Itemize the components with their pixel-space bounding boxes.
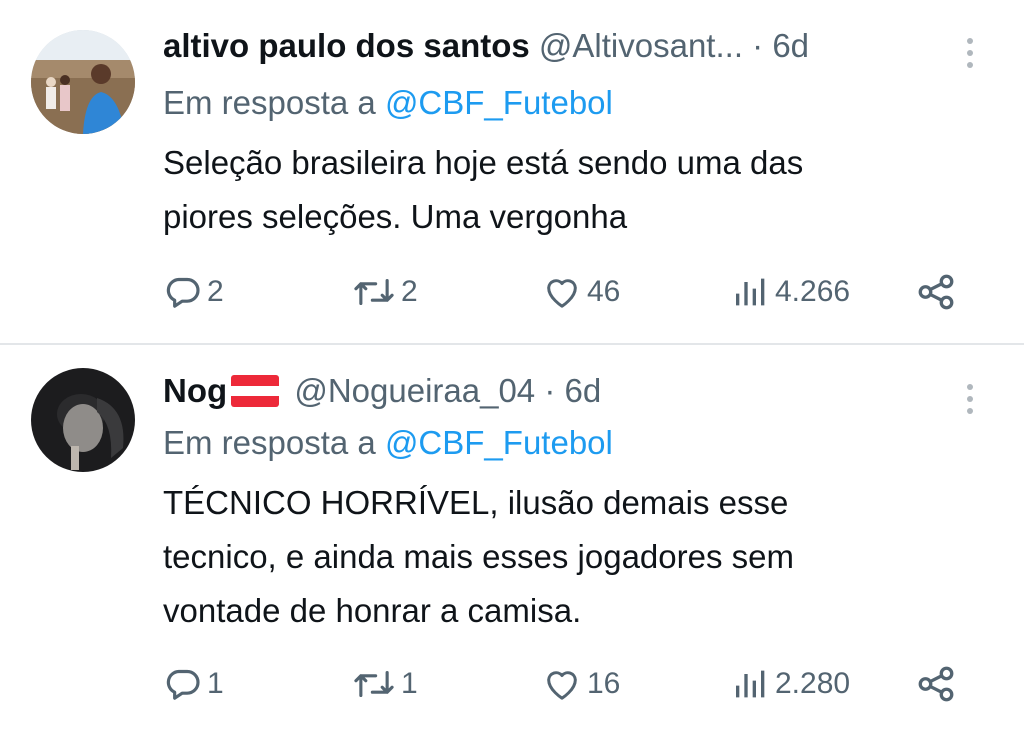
- share-button[interactable]: [915, 659, 957, 709]
- separator-dot: ·: [752, 27, 764, 64]
- tweet-1[interactable]: altivo paulo dos santos @Altivosant... ·…: [0, 0, 1024, 344]
- like-button[interactable]: 16: [541, 659, 620, 709]
- tweet-text-line: piores seleções. Uma vergonha: [163, 198, 628, 235]
- share-button[interactable]: [915, 267, 957, 317]
- like-count: 46: [587, 275, 621, 308]
- reply-button[interactable]: 2: [163, 267, 224, 317]
- tweet-actions: 2 2 46 4.266: [163, 267, 963, 317]
- tweet-text: TÉCNICO HORRÍVEL, ilusão demais esse tec…: [163, 476, 983, 638]
- tweet-text: Seleção brasileira hoje está sendo uma d…: [163, 136, 983, 244]
- like-count: 16: [587, 667, 621, 700]
- avatar[interactable]: [31, 30, 135, 134]
- vertical-ellipsis-icon: [967, 384, 973, 390]
- vertical-ellipsis-dot: [967, 50, 973, 56]
- speech-bubble-icon: [166, 669, 200, 700]
- share-icon: [918, 274, 954, 310]
- reply-button[interactable]: 1: [163, 659, 224, 709]
- speech-bubble-icon: [166, 277, 200, 308]
- display-name[interactable]: Nog: [163, 372, 227, 409]
- retweet-count: 2: [401, 275, 418, 308]
- tweet-header: Nog @Nogueiraa_04 · 6d: [163, 371, 601, 411]
- vertical-ellipsis-dot: [967, 396, 973, 402]
- tweet-text-line: tecnico, e ainda mais esses jogadores se…: [163, 538, 794, 575]
- bar-chart-icon: [736, 670, 765, 698]
- reply-context: Em resposta a @CBF_Futebol: [163, 423, 613, 463]
- timestamp[interactable]: 6d: [565, 372, 602, 409]
- display-name[interactable]: altivo paulo dos santos: [163, 27, 530, 64]
- tweet-text-line: vontade de honrar a camisa.: [163, 592, 582, 629]
- reply-count: 2: [207, 275, 224, 308]
- tweet-actions: 1 1 16 2.280: [163, 659, 963, 709]
- tweet-text-line: TÉCNICO HORRÍVEL, ilusão demais esse: [163, 484, 789, 521]
- view-count: 4.266: [775, 275, 851, 308]
- tweet-divider: [0, 343, 1024, 345]
- retweet-icon: [354, 278, 394, 306]
- more-options-button[interactable]: [958, 32, 982, 72]
- share-icon: [918, 666, 954, 702]
- more-options-button[interactable]: [958, 378, 982, 418]
- user-handle[interactable]: @Nogueiraa_04: [294, 372, 535, 409]
- user-handle[interactable]: @Altivosant...: [539, 27, 743, 64]
- separator-dot: ·: [544, 372, 556, 409]
- reply-mention-link[interactable]: @CBF_Futebol: [385, 424, 613, 461]
- austria-flag-icon: [231, 375, 280, 408]
- retweet-icon: [354, 670, 394, 698]
- reply-prefix: Em resposta a: [163, 84, 376, 121]
- tweet-text-line: Seleção brasileira hoje está sendo uma d…: [163, 144, 804, 181]
- retweet-count: 1: [401, 667, 418, 700]
- vertical-ellipsis-dot: [967, 408, 973, 414]
- like-button[interactable]: 46: [541, 267, 620, 317]
- heart-icon: [547, 671, 577, 700]
- retweet-button[interactable]: 1: [351, 659, 418, 709]
- retweet-button[interactable]: 2: [351, 267, 418, 317]
- views-button[interactable]: 2.280: [731, 659, 850, 709]
- reply-prefix: Em resposta a: [163, 424, 376, 461]
- tweet-header: altivo paulo dos santos @Altivosant... ·…: [163, 26, 809, 66]
- views-button[interactable]: 4.266: [731, 267, 850, 317]
- heart-icon: [547, 279, 577, 308]
- bar-chart-icon: [736, 278, 765, 306]
- avatar[interactable]: [31, 368, 135, 472]
- reply-mention-link[interactable]: @CBF_Futebol: [385, 84, 613, 121]
- vertical-ellipsis-icon: [967, 38, 973, 44]
- tweet-2[interactable]: Nog @Nogueiraa_04 · 6d Em resposta a @CB…: [0, 346, 1024, 736]
- timestamp[interactable]: 6d: [772, 27, 809, 64]
- vertical-ellipsis-dot: [967, 62, 973, 68]
- view-count: 2.280: [775, 667, 851, 700]
- reply-context: Em resposta a @CBF_Futebol: [163, 83, 613, 123]
- reply-count: 1: [207, 667, 224, 700]
